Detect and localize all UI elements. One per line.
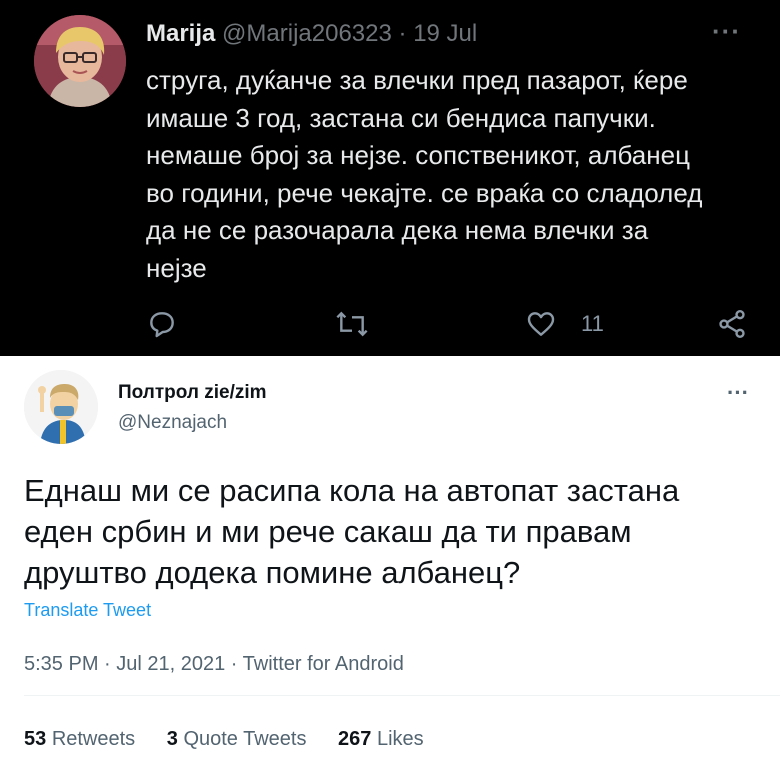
tweet-date[interactable]: 19 Jul xyxy=(413,20,477,47)
quotes-label: Quote Tweets xyxy=(183,728,307,750)
tweet-actions: 11 xyxy=(0,300,780,350)
header-separator: · xyxy=(398,20,407,47)
author-handle[interactable]: @Neznajach xyxy=(118,412,227,434)
author-name[interactable]: Marija xyxy=(146,20,215,47)
tweet-text-line: немаше број за нејзе. сопственикот, алба… xyxy=(146,140,690,171)
quotes-count: 3 xyxy=(166,728,178,750)
like-count: 11 xyxy=(581,311,604,336)
avatar[interactable] xyxy=(34,15,126,107)
tweet-text-line: друштво додека помине албанец? xyxy=(24,555,521,590)
tweet-text: струга, дуќанче за влечки пред пазарот, … xyxy=(146,62,746,288)
avatar[interactable] xyxy=(24,370,98,444)
vault-boy-icon xyxy=(24,370,98,444)
like-icon[interactable] xyxy=(525,308,557,340)
bottom-tweet[interactable]: Полтрол zie/zim @Neznajach ··· Еднаш ми … xyxy=(0,356,780,772)
avatar-photo xyxy=(34,15,126,107)
tweet-text: Еднаш ми се расипа кола на автопат заста… xyxy=(24,470,764,593)
tweet-timestamp[interactable]: 5:35 PM · Jul 21, 2021 · Twitter for And… xyxy=(24,653,404,676)
more-options-icon[interactable]: ··· xyxy=(727,380,749,406)
tweet-text-line: имаше 3 год, застана си бендиса папучки. xyxy=(146,102,656,133)
tweet-text-line: Еднаш ми се расипа кола на автопат заста… xyxy=(24,473,680,508)
retweets-stat[interactable]: 53 Retweets xyxy=(24,728,135,750)
share-icon[interactable] xyxy=(716,308,748,340)
likes-stat[interactable]: 267 Likes xyxy=(338,728,424,750)
author-name[interactable]: Полтрол zie/zim xyxy=(118,382,267,404)
retweets-label: Retweets xyxy=(51,728,136,750)
author-handle[interactable]: @Marija206323 xyxy=(222,20,392,47)
quote-tweets-stat[interactable]: 3 Quote Tweets xyxy=(167,728,307,750)
tweet-text-line: нејзе xyxy=(146,252,207,283)
likes-label: Likes xyxy=(376,728,424,750)
translate-tweet-link[interactable]: Translate Tweet xyxy=(24,600,151,621)
divider xyxy=(24,695,780,696)
likes-count: 267 xyxy=(338,728,372,750)
tweet-text-line: да не се разочарала дека нема влечки за xyxy=(146,215,649,246)
reply-icon[interactable] xyxy=(146,308,178,340)
tweet-text-line: струга, дуќанче за влечки пред пазарот, … xyxy=(146,65,688,95)
more-options-icon[interactable]: ··· xyxy=(712,16,741,47)
retweet-icon[interactable] xyxy=(334,308,370,340)
retweets-count: 53 xyxy=(24,728,47,750)
top-tweet[interactable]: Marija @Marija206323 · 19 Jul ··· струга… xyxy=(0,0,780,356)
tweet-text-line: во години, рече чекајте. се враќа со сла… xyxy=(146,177,703,208)
tweet-header: Marija @Marija206323 · 19 Jul xyxy=(146,20,477,48)
tweet-text-line: еден србин и ми рече сакаш да ти правам xyxy=(24,514,632,549)
tweet-stats: 53 Retweets 3 Quote Tweets 267 Likes xyxy=(24,728,450,751)
